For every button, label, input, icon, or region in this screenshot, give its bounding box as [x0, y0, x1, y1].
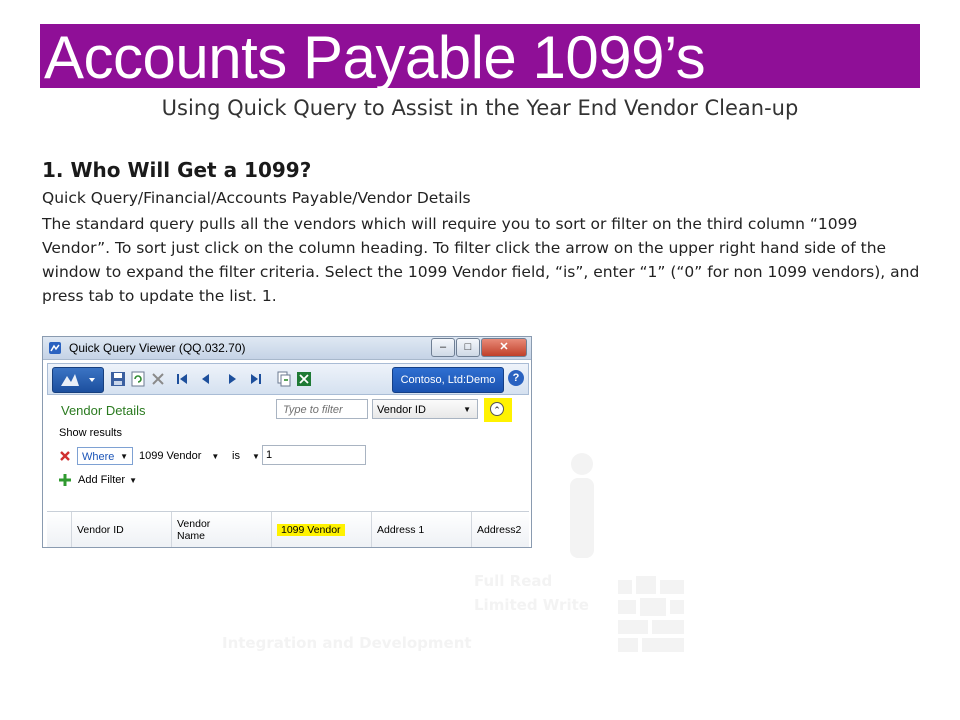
filter-field-value: Vendor ID — [377, 404, 426, 416]
slide-title: Accounts Payable 1099’s — [44, 24, 706, 91]
column-header-vendor-name[interactable]: Vendor Name — [171, 512, 271, 547]
filter-field-select[interactable]: Vendor ID ▼ — [372, 399, 478, 419]
add-filter-icon — [59, 474, 71, 486]
quick-query-screenshot: Quick Query Viewer (QQ.032.70) – □ ✕ Con… — [42, 336, 532, 548]
minimize-icon[interactable]: – — [431, 338, 455, 357]
close-icon[interactable]: ✕ — [481, 338, 527, 357]
bg-text-full-read: Full Read — [474, 572, 553, 590]
next-icon[interactable] — [224, 371, 240, 387]
show-results-label: Show results — [59, 427, 122, 439]
save-icon[interactable] — [110, 371, 126, 387]
column-label: Address2 — [477, 524, 522, 536]
company-button[interactable]: Contoso, Ltd:Demo — [392, 367, 504, 393]
refresh-icon[interactable] — [130, 371, 146, 387]
chevron-down-icon: ▼ — [120, 452, 128, 461]
building-blocks-icon — [618, 576, 684, 652]
copy-icon[interactable] — [276, 371, 292, 387]
add-filter-label: Add Filter — [78, 474, 126, 486]
section-heading: 1. Who Will Get a 1099? — [42, 158, 312, 182]
bg-text-limited-write: Limited Write — [474, 596, 589, 614]
last-icon[interactable] — [248, 371, 264, 387]
column-label: Vendor Name — [177, 518, 211, 542]
remove-filter-icon[interactable] — [59, 450, 71, 462]
column-label: 1099 Vendor — [277, 524, 345, 536]
first-icon[interactable] — [174, 371, 190, 387]
chart-menu-icon — [61, 374, 95, 386]
field-value: 1099 Vendor — [139, 450, 202, 462]
previous-icon[interactable] — [198, 371, 214, 387]
help-icon[interactable]: ? — [508, 370, 524, 386]
column-label: Address 1 — [377, 524, 425, 536]
bg-text-integration: Integration and Development — [222, 634, 472, 652]
where-dropdown[interactable]: Where ▼ — [77, 447, 133, 465]
column-label: Vendor ID — [77, 524, 124, 536]
column-header-1099-vendor[interactable]: 1099 Vendor — [271, 512, 371, 547]
chevron-down-icon: ▼ — [463, 405, 471, 414]
window-title-bar: Quick Query Viewer (QQ.032.70) – □ ✕ — [43, 337, 531, 360]
column-header-address-1[interactable]: Address 1 — [371, 512, 471, 547]
where-value: Where — [82, 451, 115, 463]
column-header-vendor-id[interactable]: Vendor ID — [71, 512, 171, 547]
column-header-address-2[interactable]: Address2 — [471, 512, 529, 547]
operator-dropdown[interactable]: is ▼ — [232, 450, 260, 462]
add-filter-button[interactable]: Add Filter ▼ — [78, 474, 137, 486]
app-menu-button[interactable] — [52, 367, 104, 393]
excel-icon[interactable] — [296, 371, 312, 387]
window-title: Quick Query Viewer (QQ.032.70) — [69, 341, 246, 355]
maximize-icon[interactable]: □ — [456, 338, 480, 357]
filter-value-input[interactable]: 1 — [262, 445, 366, 465]
body-paragraph: The standard query pulls all the vendors… — [42, 215, 920, 305]
person-silhouette-icon — [570, 453, 594, 558]
chevron-down-icon: ▼ — [251, 452, 260, 461]
expand-filter-icon[interactable]: ⌃ — [490, 402, 504, 416]
slide-subtitle: Using Quick Query to Assist in the Year … — [161, 96, 799, 120]
menu-path: Quick Query/Financial/Accounts Payable/V… — [42, 189, 471, 207]
type-to-filter-input[interactable]: Type to filter — [276, 399, 368, 419]
delete-icon[interactable] — [150, 371, 166, 387]
chevron-down-icon: ▼ — [129, 476, 137, 485]
view-title: Vendor Details — [61, 403, 146, 418]
field-dropdown[interactable]: 1099 Vendor ▼ — [139, 450, 219, 462]
grid-header: Vendor ID Vendor Name 1099 Vendor Addres… — [47, 511, 529, 547]
column-spacer — [47, 512, 71, 547]
toolbar: Contoso, Ltd:Demo ? — [47, 363, 529, 395]
chevron-down-icon: ▼ — [211, 452, 220, 461]
app-icon — [49, 342, 61, 354]
operator-value: is — [232, 450, 240, 462]
